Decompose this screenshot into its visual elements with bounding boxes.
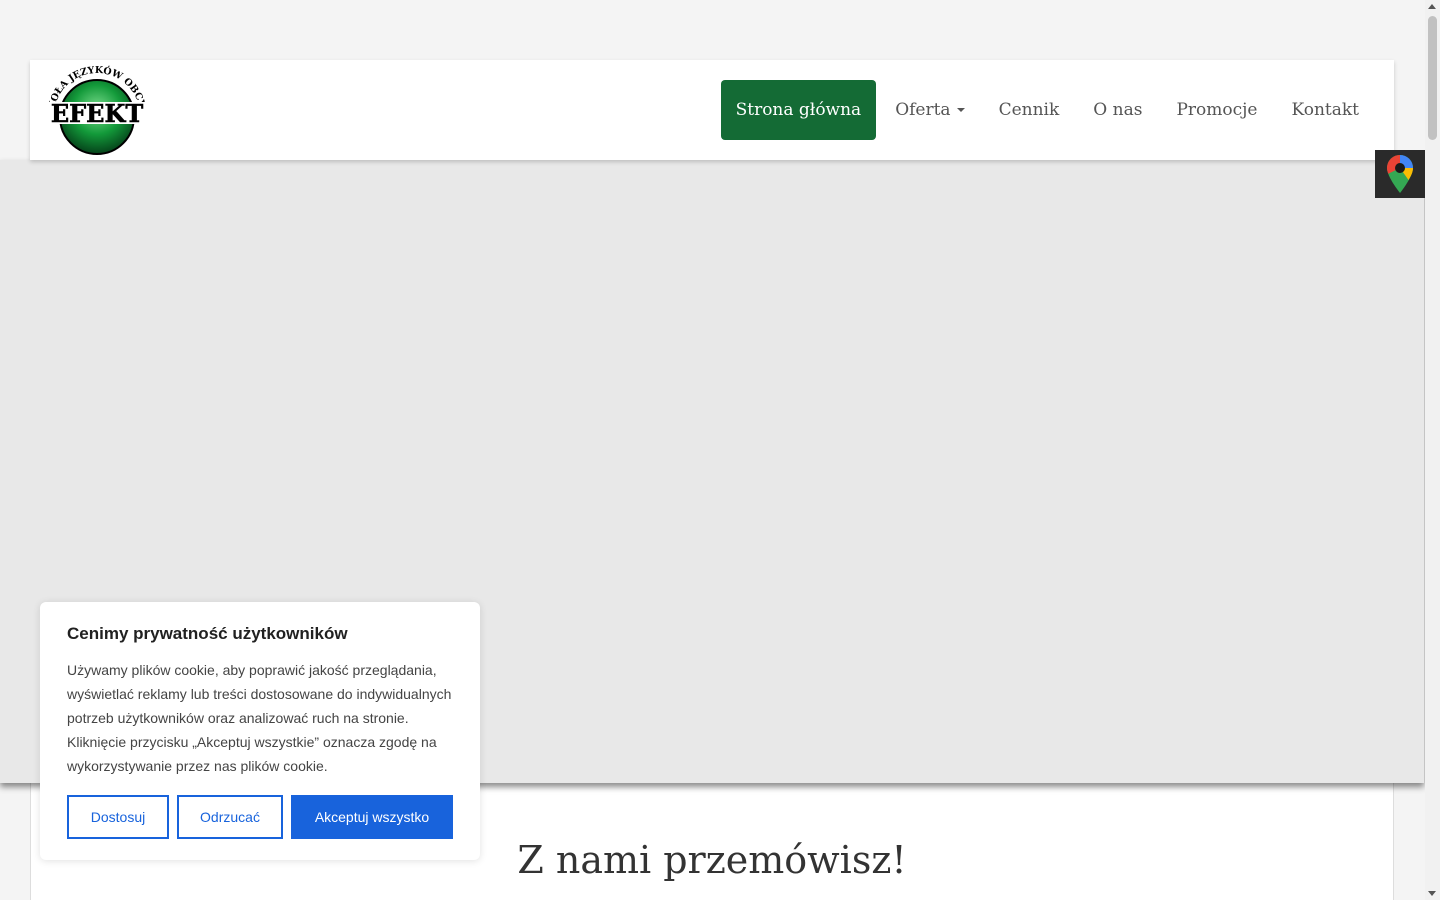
nav-offer[interactable]: Oferta	[878, 80, 981, 140]
cookie-title: Cenimy prywatność użytkowników	[67, 624, 348, 643]
cookie-buttons: Dostosuj Odrzucać Akceptuj wszystko	[67, 795, 453, 839]
nav-pricing-label: Cennik	[998, 100, 1060, 120]
cookie-accept-all-button[interactable]: Akceptuj wszystko	[291, 795, 453, 839]
scrollbar-thumb[interactable]	[1428, 16, 1437, 140]
nav-about-label: O nas	[1093, 100, 1143, 120]
nav-offer-label: Oferta	[895, 100, 951, 120]
google-maps-pin-icon	[1387, 155, 1413, 193]
caret-down-icon	[956, 108, 965, 112]
cookie-consent-banner: Cenimy prywatność użytkowników Używamy p…	[40, 602, 480, 860]
site-logo[interactable]: SZKOŁA JĘZYKÓW OBCYCH EFEKT	[38, 56, 152, 158]
site-header: SZKOŁA JĘZYKÓW OBCYCH EFEKT Strona główn…	[30, 56, 1394, 160]
nav-home[interactable]: Strona główna	[720, 80, 877, 140]
nav-promotions-label: Promocje	[1176, 100, 1258, 120]
nav-contact-label: Kontakt	[1291, 100, 1359, 120]
page-scrollbar[interactable]	[1425, 0, 1440, 900]
nav-pricing[interactable]: Cennik	[982, 80, 1077, 140]
cookie-customize-button[interactable]: Dostosuj	[67, 795, 169, 839]
nav-home-label: Strona główna	[735, 100, 862, 120]
scroll-up-arrow-icon[interactable]	[1428, 4, 1436, 9]
scroll-down-arrow-icon[interactable]	[1428, 891, 1436, 896]
cookie-reject-button[interactable]: Odrzucać	[177, 795, 283, 839]
google-maps-button[interactable]	[1375, 150, 1425, 198]
nav-promotions[interactable]: Promocje	[1159, 80, 1274, 140]
cookie-text: Używamy plików cookie, aby poprawić jako…	[67, 662, 452, 774]
main-nav: Strona główna Oferta Cennik O nas Promoc…	[720, 80, 1376, 140]
nav-about[interactable]: O nas	[1076, 80, 1159, 140]
logo-brand-text: EFEKT	[51, 99, 143, 128]
nav-contact[interactable]: Kontakt	[1274, 80, 1376, 140]
